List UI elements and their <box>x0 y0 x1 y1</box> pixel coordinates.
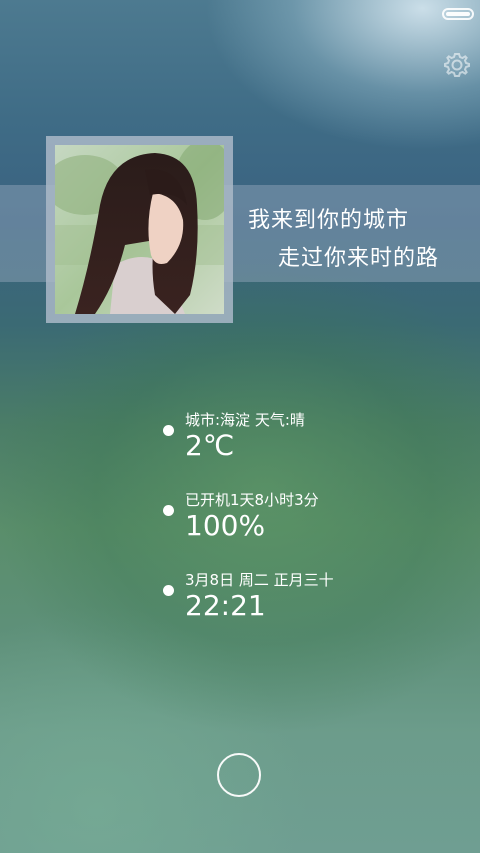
circle-home-icon[interactable] <box>217 753 261 797</box>
bullet-dot-icon <box>163 505 174 516</box>
avatar-photo <box>55 145 224 314</box>
avatar-frame[interactable] <box>46 136 233 323</box>
gear-icon[interactable] <box>443 51 471 79</box>
time-value: 22:21 <box>185 589 266 622</box>
uptime-label: 已开机1天8小时3分 <box>185 491 319 509</box>
weather-label: 城市:海淀 天气:晴 <box>185 411 305 429</box>
bullet-dot-icon <box>163 425 174 436</box>
quote-line-1: 我来到你的城市 <box>248 208 410 233</box>
date-label: 3月8日 周二 正月三十 <box>185 571 334 589</box>
bullet-dot-icon <box>163 585 174 596</box>
temperature-value: 2℃ <box>185 429 235 462</box>
battery-percent-value: 100% <box>185 509 266 542</box>
battery-icon <box>442 8 474 20</box>
quote-line-2: 走过你来时的路 <box>278 246 440 271</box>
